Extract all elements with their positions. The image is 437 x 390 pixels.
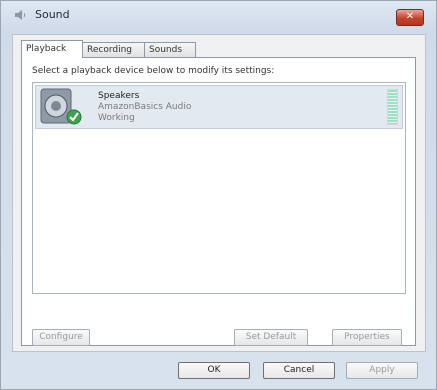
speaker-icon	[15, 10, 27, 20]
device-driver: AmazonBasics Audio	[98, 102, 192, 112]
title-bar[interactable]: Sound ✕	[1, 1, 436, 29]
cancel-button[interactable]: Cancel	[263, 362, 335, 379]
ok-button[interactable]: OK	[178, 362, 250, 379]
instruction-text: Select a playback device below to modify…	[32, 66, 275, 76]
properties-button[interactable]: Properties	[332, 329, 402, 346]
device-status: Working	[98, 113, 135, 123]
device-name: Speakers	[98, 91, 140, 101]
speaker-device-icon	[40, 88, 84, 126]
tab-playback[interactable]: Playback	[21, 40, 83, 58]
device-list[interactable]: Speakers AmazonBasics Audio Working	[32, 82, 406, 294]
window-title: Sound	[35, 8, 70, 21]
configure-button[interactable]: Configure	[32, 329, 90, 346]
tab-recording[interactable]: Recording	[82, 42, 145, 57]
volume-level-meter	[387, 89, 398, 125]
tab-sounds[interactable]: Sounds	[144, 42, 196, 57]
close-button[interactable]: ✕	[396, 9, 424, 26]
device-row-speakers[interactable]: Speakers AmazonBasics Audio Working	[35, 85, 403, 129]
sound-dialog: Sound ✕ Playback Recording Sounds Select…	[0, 0, 437, 390]
tab-label: Sounds	[149, 45, 183, 55]
apply-button[interactable]: Apply	[346, 362, 418, 379]
set-default-button[interactable]: Set Default	[234, 329, 308, 346]
dialog-body: Playback Recording Sounds Select a playb…	[12, 34, 426, 352]
tab-label: Recording	[87, 45, 133, 55]
tab-label: Playback	[26, 44, 67, 54]
playback-panel: Select a playback device below to modify…	[21, 57, 416, 346]
